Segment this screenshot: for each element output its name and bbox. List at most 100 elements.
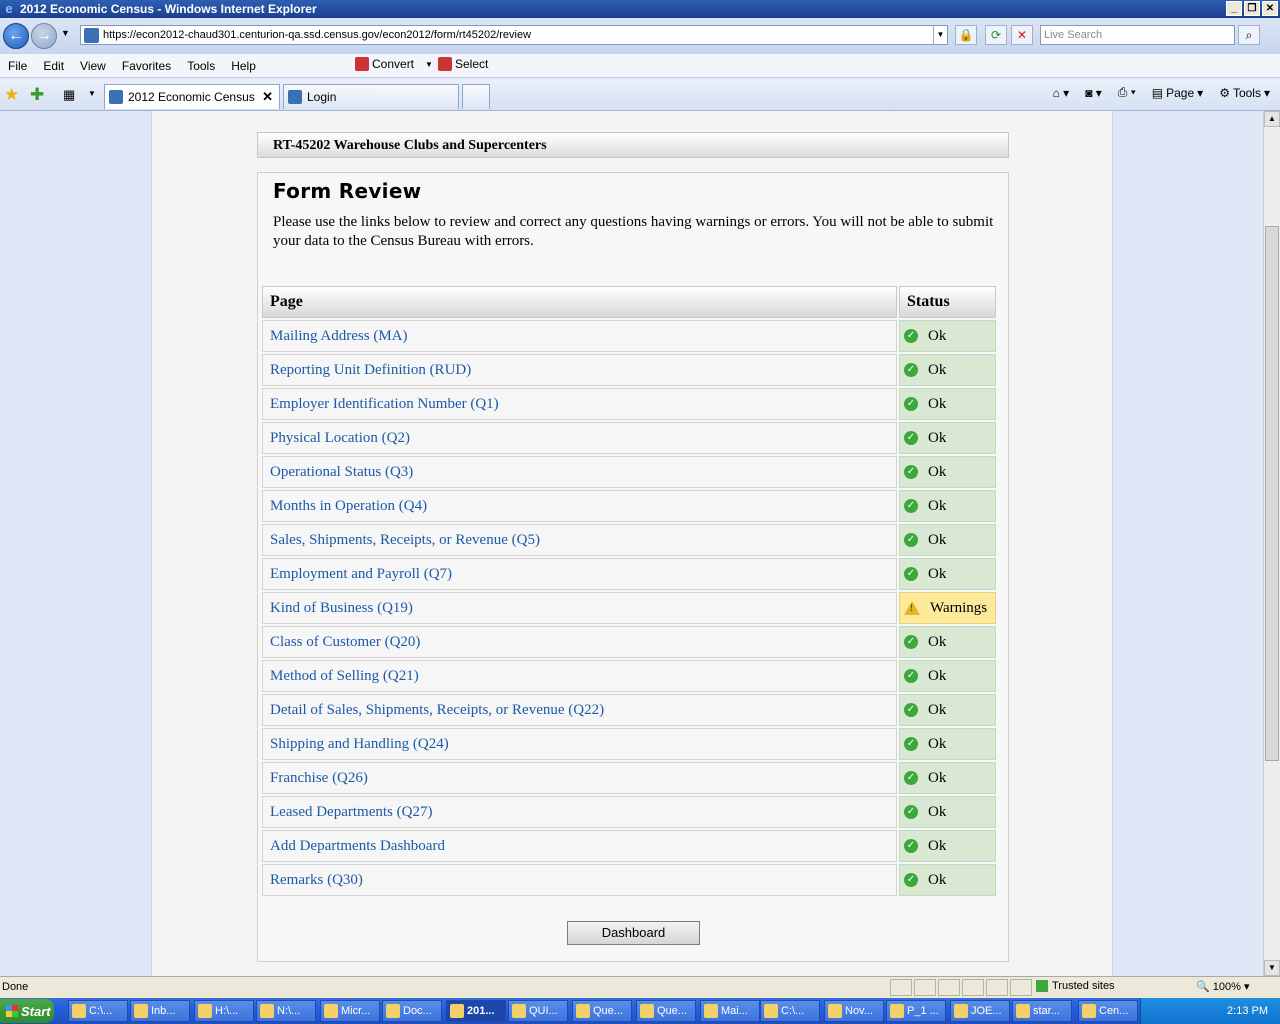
page-link[interactable]: Kind of Business (Q19) (270, 600, 413, 616)
page-link[interactable]: Add Departments Dashboard (270, 838, 445, 854)
start-button[interactable]: Start (0, 999, 54, 1023)
history-dropdown-icon[interactable]: ▼ (61, 28, 70, 38)
taskbar-button[interactable]: H:\... (194, 1000, 254, 1022)
taskbar-button[interactable]: N:\... (256, 1000, 316, 1022)
taskbar-button[interactable]: JOE... (950, 1000, 1010, 1022)
page-cell: Employer Identification Number (Q1) (262, 388, 897, 420)
scroll-down-icon[interactable]: ▼ (1264, 960, 1280, 976)
taskbar-button[interactable]: Doc... (382, 1000, 442, 1022)
url-text: https://econ2012-chaud301.centurion-qa.s… (103, 29, 532, 41)
refresh-button[interactable]: ⟳ (985, 25, 1007, 45)
page-link[interactable]: Months in Operation (Q4) (270, 498, 427, 514)
minimize-button[interactable]: _ (1226, 1, 1242, 16)
tools-menu[interactable]: ⚙ Tools ▾ (1219, 86, 1270, 100)
page-link[interactable]: Shipping and Handling (Q24) (270, 736, 449, 752)
status-text: Done (2, 981, 29, 993)
taskbar-button[interactable]: Mai... (700, 1000, 760, 1022)
stop-button[interactable]: ✕ (1011, 25, 1033, 45)
page-link[interactable]: Mailing Address (MA) (270, 328, 408, 344)
menu-edit[interactable]: Edit (35, 59, 72, 73)
status-cell: ✓ Ok (899, 354, 996, 386)
page-cell: Sales, Shipments, Receipts, or Revenue (… (262, 524, 897, 556)
status-text: Ok (928, 429, 947, 446)
scroll-up-icon[interactable]: ▲ (1264, 111, 1280, 127)
taskbar-button[interactable]: Nov... (824, 1000, 884, 1022)
page-link[interactable]: Employer Identification Number (Q1) (270, 396, 499, 412)
dashboard-button[interactable]: Dashboard (567, 921, 700, 945)
status-cell: ✓ Ok (899, 694, 996, 726)
menu-help[interactable]: Help (223, 59, 264, 73)
taskbar-button[interactable]: Micr... (320, 1000, 380, 1022)
scroll-thumb[interactable] (1265, 226, 1279, 761)
address-field[interactable]: https://econ2012-chaud301.centurion-qa.s… (80, 25, 948, 45)
address-dropdown-icon[interactable]: ▼ (933, 26, 947, 44)
page-link[interactable]: Employment and Payroll (Q7) (270, 566, 452, 582)
search-icon[interactable]: ⌕ (1238, 25, 1260, 45)
home-icon[interactable]: ⌂ ▾ (1053, 86, 1070, 100)
page-link[interactable]: Reporting Unit Definition (RUD) (270, 362, 471, 378)
quick-tabs-icon[interactable]: ▦ (63, 87, 75, 103)
tab-login[interactable]: Login (283, 84, 459, 109)
page-link[interactable]: Sales, Shipments, Receipts, or Revenue (… (270, 532, 540, 548)
status-cell: ✓ Ok (899, 524, 996, 556)
page-cell: Kind of Business (Q19) (262, 592, 897, 624)
check-icon: ✓ (904, 397, 918, 412)
vertical-scrollbar[interactable]: ▲ ▼ (1263, 111, 1280, 976)
taskbar-button[interactable]: Que... (572, 1000, 632, 1022)
page-link[interactable]: Class of Customer (Q20) (270, 634, 420, 650)
tab-list-dropdown-icon[interactable]: ▼ (88, 89, 96, 98)
table-row: Reporting Unit Definition (RUD) ✓ Ok (262, 354, 996, 386)
select-button[interactable]: Select (438, 57, 488, 71)
close-tab-icon[interactable]: ✕ (262, 89, 273, 105)
form-review-panel: Form Review Please use the links below t… (257, 172, 1009, 962)
app-icon (640, 1004, 654, 1018)
taskbar-button[interactable]: star... (1012, 1000, 1072, 1022)
page-link[interactable]: Leased Departments (Q27) (270, 804, 432, 820)
page-link[interactable]: Franchise (Q26) (270, 770, 368, 786)
taskbar-button[interactable]: Que... (636, 1000, 696, 1022)
page-link[interactable]: Method of Selling (Q21) (270, 668, 419, 684)
favorites-star-icon[interactable]: ★ (4, 85, 19, 105)
page-menu[interactable]: ▤ Page ▾ (1152, 86, 1203, 100)
close-window-button[interactable]: ✕ (1262, 1, 1278, 16)
menu-view[interactable]: View (72, 59, 114, 73)
menu-file[interactable]: File (0, 59, 35, 73)
table-row: Mailing Address (MA) ✓ Ok (262, 320, 996, 352)
review-rows: Mailing Address (MA) ✓ Ok Reporting Unit De… (262, 320, 996, 896)
instructions-text: Please use the links below to review and… (273, 214, 994, 249)
menu-tools[interactable]: Tools (179, 59, 223, 73)
zoom-level[interactable]: 🔍 100% ▾ (1196, 980, 1249, 993)
zoom-value: 100% (1212, 981, 1241, 993)
menu-favorites[interactable]: Favorites (114, 59, 179, 73)
maximize-button[interactable]: ❐ (1244, 1, 1260, 16)
page-cell: Franchise (Q26) (262, 762, 897, 794)
taskbar-button[interactable]: Cen... (1078, 1000, 1138, 1022)
feeds-icon[interactable]: ◙ ▾ (1085, 86, 1102, 100)
system-tray: 2:13 PM (1140, 998, 1280, 1024)
page-link[interactable]: Remarks (Q30) (270, 872, 363, 888)
taskbar-button[interactable]: P_1 ... (886, 1000, 946, 1022)
taskbar-button[interactable]: 201... (446, 1000, 506, 1022)
clock[interactable]: 2:13 PM (1227, 1005, 1268, 1017)
taskbar-label: Cen... (1099, 1005, 1129, 1017)
back-button[interactable]: ← (3, 23, 29, 49)
taskbar-button[interactable]: C:\... (760, 1000, 820, 1022)
tab-economic-census[interactable]: 2012 Economic Census ✕ (104, 84, 280, 109)
page-link[interactable]: Operational Status (Q3) (270, 464, 413, 480)
search-input[interactable]: Live Search (1040, 25, 1235, 45)
page-link[interactable]: Detail of Sales, Shipments, Receipts, or… (270, 702, 604, 718)
taskbar-button[interactable]: C:\... (68, 1000, 128, 1022)
print-icon[interactable]: ⎙ ▾ (1118, 85, 1136, 100)
convert-dropdown-icon[interactable]: ▼ (425, 60, 433, 69)
add-favorites-icon[interactable]: ✚ (30, 85, 44, 105)
security-zone[interactable]: Trusted sites (1036, 980, 1115, 992)
command-bar: ⌂ ▾ ◙ ▾ ⎙ ▾ ▤ Page ▾ ⚙ Tools ▾ (1053, 85, 1270, 100)
page-link[interactable]: Physical Location (Q2) (270, 430, 410, 446)
taskbar-button[interactable]: QUI... (508, 1000, 568, 1022)
convert-button[interactable]: Convert ▼ (355, 57, 433, 71)
lock-icon[interactable]: 🔒 (955, 25, 977, 45)
taskbar-button[interactable]: Inb... (130, 1000, 190, 1022)
new-tab-button[interactable] (462, 84, 490, 109)
table-row: Kind of Business (Q19) Warnings (262, 592, 996, 624)
forward-button[interactable]: → (31, 23, 57, 49)
